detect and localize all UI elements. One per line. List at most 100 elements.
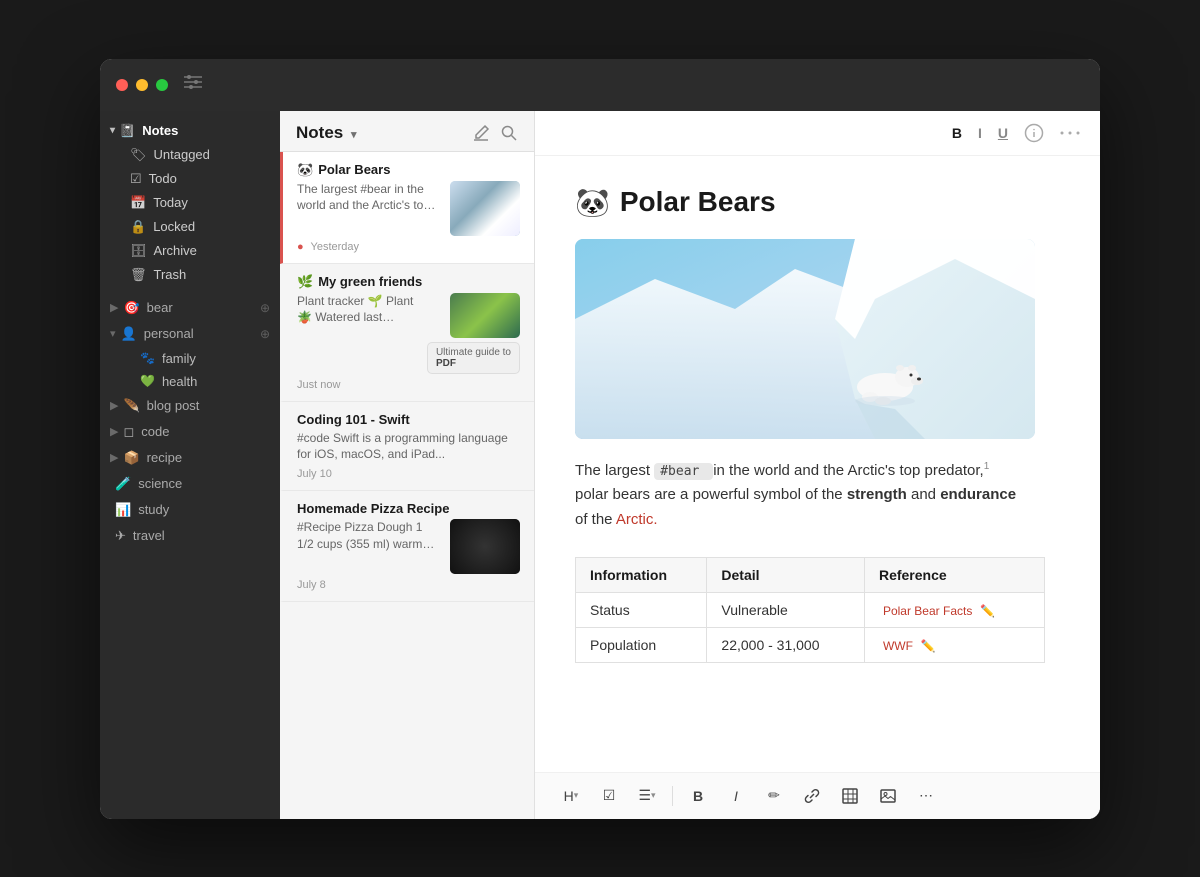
- list-button[interactable]: ☰ ▾: [631, 781, 663, 811]
- table-cell-reference[interactable]: WWF ✏️: [864, 627, 1044, 662]
- dropdown-arrow-icon[interactable]: ▾: [351, 129, 357, 141]
- note-item-green-friends[interactable]: 🌿 My green friends Plant tracker 🌱 Plant…: [280, 264, 534, 402]
- sidebar-item-label: Trash: [154, 267, 187, 282]
- underline-toggle-button[interactable]: U: [998, 125, 1008, 141]
- bold-button[interactable]: B: [682, 781, 714, 811]
- image-button[interactable]: [872, 781, 904, 811]
- note-thumbnail: [450, 519, 520, 574]
- note-title: 🌿 My green friends: [297, 274, 520, 290]
- sidebar-tag-travel[interactable]: ✈ travel: [100, 523, 280, 549]
- note-thumbnail: [450, 181, 520, 236]
- info-icon[interactable]: [1024, 123, 1044, 143]
- compose-icon[interactable]: [472, 124, 490, 142]
- note-preview: Plant tracker 🌱 Plant 🪴 Watered last Spi…: [297, 293, 419, 327]
- more-toolbar-button[interactable]: ⋯: [910, 781, 942, 811]
- note-attachments: Ultimate guide to PDF: [427, 293, 520, 374]
- notes-list-panel: Notes ▾ 🐼: [280, 111, 535, 819]
- table-row: Status Vulnerable Polar Bear Facts ✏️: [576, 592, 1045, 627]
- note-row: #Recipe Pizza Dough 1 1/2 cups (355 ml) …: [297, 519, 520, 574]
- trash-icon: 🗑: [130, 267, 147, 283]
- note-content: Plant tracker 🌱 Plant 🪴 Watered last Spi…: [297, 293, 419, 327]
- note-title: Coding 101 - Swift: [297, 412, 520, 427]
- highlight-button[interactable]: ✏: [758, 781, 790, 811]
- sidebar-tag-blogpost[interactable]: ▶ 🪶 blog post: [100, 393, 280, 419]
- reference-table: Information Detail Reference Status Vuln…: [575, 557, 1045, 663]
- sidebar-tag-recipe[interactable]: ▶ 📦 recipe: [100, 445, 280, 471]
- minimize-button[interactable]: [136, 79, 148, 91]
- notes-folder-icon: 📓: [119, 123, 135, 139]
- sidebar-tag-label: recipe: [147, 450, 182, 465]
- note-item-coding[interactable]: Coding 101 - Swift #code Swift is a prog…: [280, 402, 534, 492]
- sidebar-tag-study[interactable]: 📊 study: [100, 497, 280, 523]
- arctic-link[interactable]: Arctic.: [616, 511, 658, 528]
- note-preview: The largest #bear in the world and the A…: [297, 181, 442, 215]
- link-button[interactable]: [796, 781, 828, 811]
- personal-icon: 👤: [121, 326, 137, 342]
- table-cell-reference[interactable]: Polar Bear Facts ✏️: [864, 592, 1044, 627]
- table-header-reference: Reference: [864, 557, 1044, 592]
- note-content: #Recipe Pizza Dough 1 1/2 cups (355 ml) …: [297, 519, 442, 553]
- italic-button[interactable]: I: [720, 781, 752, 811]
- chevron-right-recipe-icon: ▶: [110, 451, 118, 464]
- sidebar-item-trash[interactable]: 🗑 Trash: [104, 263, 276, 287]
- sidebar-item-todo[interactable]: ☑ Todo: [104, 167, 276, 191]
- chevron-right-code-icon: ▶: [110, 425, 118, 438]
- pdf-attachment[interactable]: Ultimate guide to PDF: [427, 342, 520, 374]
- sidebar-tag-personal[interactable]: ▾ 👤 personal ⊕: [100, 321, 280, 347]
- editor-content[interactable]: 🐼 Polar Bears: [535, 156, 1100, 772]
- more-options-icon[interactable]: [1060, 131, 1080, 135]
- note-item-pizza[interactable]: Homemade Pizza Recipe #Recipe Pizza Doug…: [280, 491, 534, 602]
- note-preview: #Recipe Pizza Dough 1 1/2 cups (355 ml) …: [297, 519, 442, 553]
- sidebar-item-today[interactable]: 📅 Today: [104, 191, 276, 215]
- notes-list-actions: [472, 124, 518, 142]
- heading-chevron-icon: ▾: [574, 790, 579, 801]
- close-button[interactable]: [116, 79, 128, 91]
- traffic-lights: [116, 79, 168, 91]
- note-item-polar-bears[interactable]: 🐼 Polar Bears The largest #bear in the w…: [280, 152, 534, 264]
- editor-bottom-toolbar: H ▾ ☑ ☰ ▾ B I ✏: [535, 772, 1100, 819]
- heading-button[interactable]: H ▾: [555, 781, 587, 811]
- sidebar-item-label: Archive: [154, 243, 197, 258]
- bold-strength: strength: [847, 486, 907, 503]
- study-icon: 📊: [115, 502, 131, 518]
- sidebar-tag-science[interactable]: 🧪 science: [100, 471, 280, 497]
- sidebar-tag-label: study: [138, 502, 169, 517]
- ellipsis-icon: ⋯: [919, 787, 933, 804]
- sidebar-tag-label: code: [141, 424, 169, 439]
- checkbox-button[interactable]: ☑: [593, 781, 625, 811]
- note-row: Plant tracker 🌱 Plant 🪴 Watered last Spi…: [297, 293, 520, 374]
- polar-bear-scene: [575, 239, 1035, 439]
- notes-list-title: Notes ▾: [296, 123, 462, 143]
- sidebar-item-locked[interactable]: 🔒 Locked: [104, 215, 276, 239]
- sidebar-tag-label: blog post: [147, 398, 200, 413]
- edit-link-icon: ✏️: [980, 604, 995, 618]
- table-button[interactable]: [834, 781, 866, 811]
- sidebar-item-untagged[interactable]: 🏷 Untagged: [104, 143, 276, 167]
- sidebar-notes-label: Notes: [142, 123, 178, 138]
- edit-link-icon: ✏️: [921, 639, 936, 653]
- sidebar-subtag-health[interactable]: 💚 health: [104, 370, 276, 393]
- maximize-button[interactable]: [156, 79, 168, 91]
- editor-note-title: 🐼 Polar Bears: [575, 186, 1060, 219]
- note-date: July 8: [297, 579, 520, 591]
- editor-hero-image: [575, 239, 1035, 439]
- bold-toggle-button[interactable]: B: [952, 125, 962, 141]
- sidebar-subtag-family[interactable]: 🐾 family: [104, 347, 276, 370]
- note-emoji: 🐼: [297, 162, 313, 178]
- note-date: ● Yesterday: [297, 241, 520, 253]
- search-icon[interactable]: [500, 124, 518, 142]
- sidebar-item-archive[interactable]: 🗄 Archive: [104, 239, 276, 263]
- checkbox-icon: ☑: [603, 787, 616, 804]
- sidebar-item-label: Locked: [153, 219, 195, 234]
- chevron-right-icon: ▶: [110, 301, 118, 314]
- table-header-detail: Detail: [707, 557, 865, 592]
- sidebar-tag-code[interactable]: ▶ ◻ code: [100, 419, 280, 445]
- recipe-icon: 📦: [123, 450, 139, 466]
- editor-top-toolbar: B I U: [535, 111, 1100, 156]
- sidebar-tag-bear[interactable]: ▶ 🎯 bear ⊕: [100, 295, 280, 321]
- italic-toggle-button[interactable]: I: [978, 125, 982, 141]
- sidebar-tag-label: bear: [147, 300, 173, 315]
- sliders-icon[interactable]: [184, 75, 202, 89]
- archive-icon: 🗄: [130, 243, 147, 259]
- sidebar-notes-header[interactable]: ▾ 📓 Notes: [100, 119, 280, 143]
